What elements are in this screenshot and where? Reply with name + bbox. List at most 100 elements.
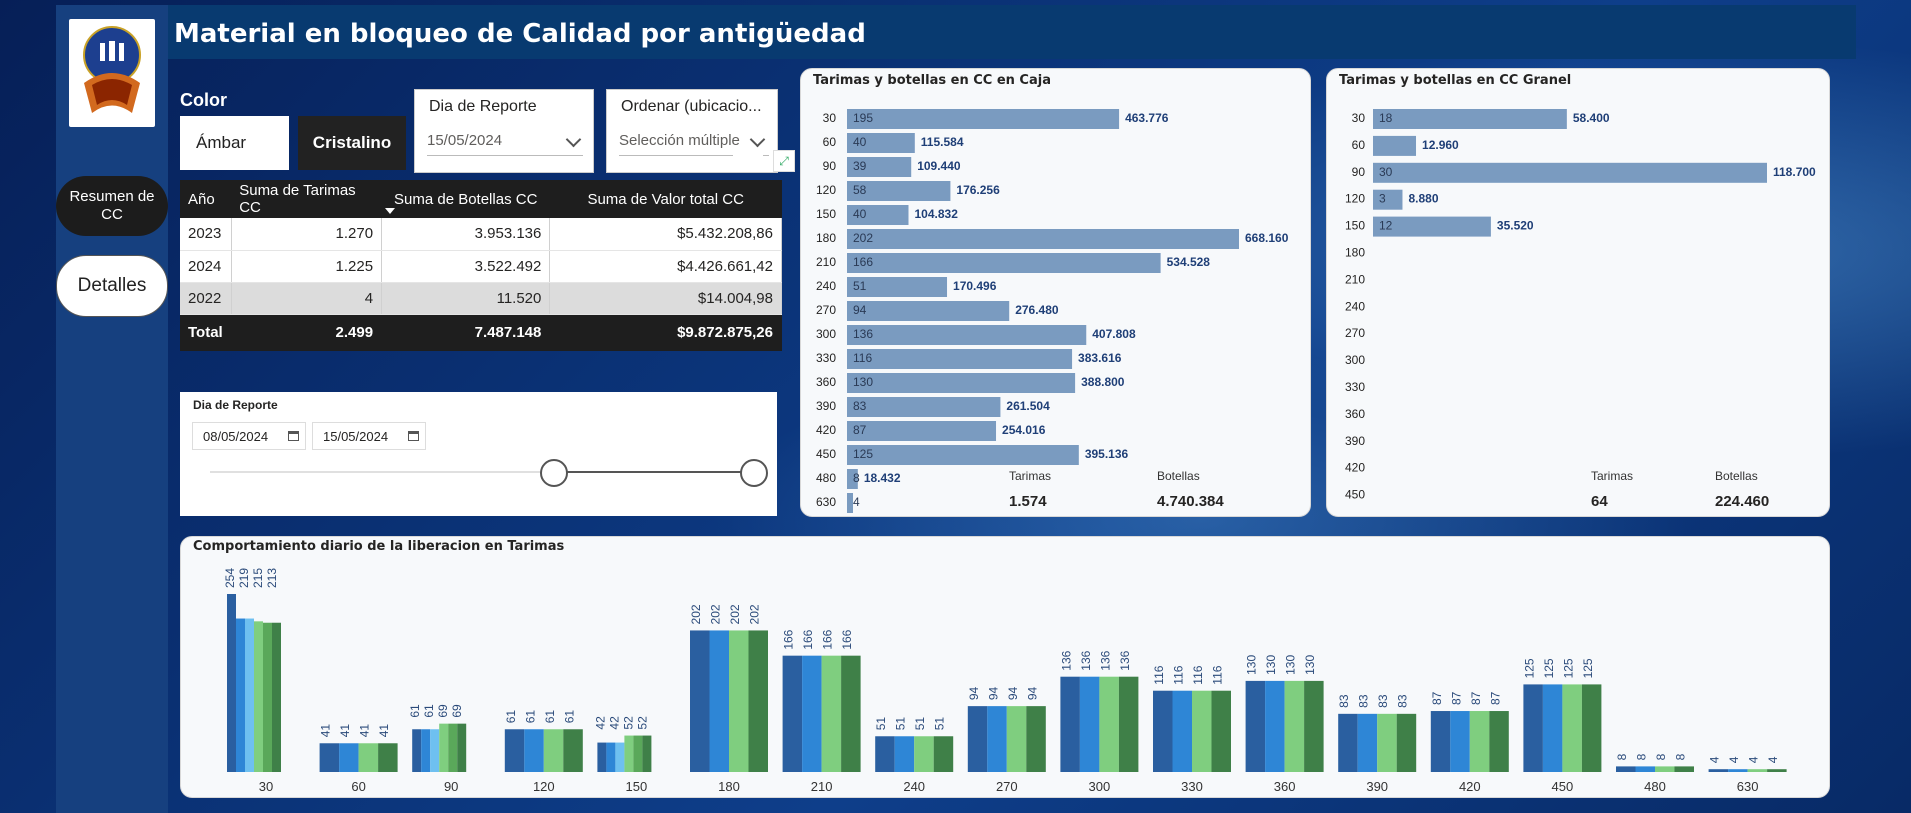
column-bar [1265,680,1285,772]
chart-granel: 30 18 58.400 60 12.960 90 30 118.700 120 3 8.880 15… [1345,109,1816,502]
slider-start-handle[interactable] [540,459,568,487]
report-day-dropdown[interactable]: 15/05/2024 [427,126,583,156]
col-header-valor[interactable]: Suma de Valor total CC [549,180,782,218]
data-label: 51 [874,717,888,731]
table-row[interactable]: 2022 4 11.520 $14.004,98 [180,282,782,315]
category-label: 450 [816,447,836,461]
data-label: 202 [689,604,703,624]
report-day-value: 15/05/2024 [427,132,503,149]
bar [1373,135,1417,156]
column-bar [412,729,422,772]
column-bar [597,742,607,772]
category-label: 420 [1459,779,1481,794]
chart-daily: 254 219 215 2133041 41 41 416061 61 69 699061 61 61… [223,568,1787,794]
company-logo [69,19,155,127]
value-label: 8.880 [1408,192,1438,206]
kpi-tarimas-label: Tarimas [1591,469,1634,483]
data-label: 83 [1357,694,1371,708]
calendar-icon[interactable] [288,431,299,441]
column-bar [1304,680,1324,772]
kpi-botellas-label: Botellas [1715,469,1758,483]
focus-mode-icon[interactable]: ⤢ [773,150,795,172]
table-row[interactable]: 2024 1.225 3.522.492 $4.426.661,42 [180,250,782,283]
bar-label: 125 [853,447,873,461]
column-bar [933,736,954,772]
column-bar [1284,680,1305,772]
data-label: 42 [593,716,607,730]
bar [847,421,997,441]
data-label: 94 [986,686,1000,700]
data-label: 125 [1542,658,1556,678]
column-bar [841,655,861,772]
end-date-input[interactable]: 15/05/2024 [312,422,426,450]
sort-desc-icon[interactable] [385,208,395,214]
column-bar [254,621,263,772]
column-bar [1026,706,1046,772]
column-bar [1616,766,1636,772]
sort-label: Ordenar (ubicacio... [621,98,762,115]
column-bar [421,729,431,772]
column-bar [1581,684,1602,772]
column-bar [448,723,458,772]
slider-end-handle[interactable] [740,459,768,487]
column-bar [227,594,236,772]
value-label: 261.504 [1006,399,1050,413]
value-label: 388.800 [1081,375,1125,389]
value-label: 176.256 [956,183,1000,197]
report-day-slicer[interactable]: Dia de Reporte 15/05/2024 [414,89,594,173]
bar-label: 58 [853,183,867,197]
nav-summary-button[interactable]: Resumen de CC [56,176,168,236]
col-header-year[interactable]: Año [180,180,232,218]
column-bar [378,743,398,772]
cell-tarimas: 1.270 [231,218,383,251]
data-label: 125 [1561,658,1575,678]
bar-label: 202 [853,231,873,245]
category-label: 360 [816,375,836,389]
col-header-botellas[interactable]: Suma de Botellas CC [381,180,550,218]
category-label: 120 [816,183,836,197]
calendar-icon[interactable] [408,431,419,441]
category-label: 300 [1089,779,1111,794]
bar [1373,109,1567,129]
visual-header [733,150,763,172]
column-bar [1079,676,1100,772]
color-amber-button[interactable]: Ámbar [180,116,289,170]
data-label: 42 [607,716,621,730]
bar-label: 116 [853,351,872,365]
value-label: 383.616 [1078,351,1122,365]
start-date-input[interactable]: 08/05/2024 [192,422,306,450]
data-label: 8 [1635,753,1649,760]
column-bar [690,630,710,772]
column-bar [875,736,895,772]
category-label: 180 [718,779,740,794]
bar-label: 12 [1379,219,1393,233]
table-row[interactable]: 2023 1.270 3.953.136 $5.432.208,86 [180,218,782,251]
data-label: 166 [801,629,815,649]
nav-details-button[interactable]: Detalles [56,255,168,317]
data-label: 136 [1059,650,1073,670]
value-label: 668.160 [1245,231,1289,245]
col-header-tarimas[interactable]: Suma de Tarimas CC [231,180,382,218]
logo-icon [83,26,141,113]
category-label: 390 [1366,779,1388,794]
column-bar [1099,676,1119,772]
chart-caja-panel: Tarimas y botellas en CC en Caja 30 195 46… [800,68,1311,517]
bar-label: 18 [1379,111,1393,125]
data-label: 61 [408,704,422,718]
color-cristalino-button[interactable]: Cristalino [298,116,406,170]
column-bar [1060,676,1080,772]
cell-botellas: 3.522.492 [381,250,551,283]
category-label: 240 [1345,299,1365,313]
cell-valor: $14.004,98 [549,282,782,315]
column-bar [1489,711,1509,772]
data-label: 61 [562,710,576,724]
data-label: 83 [1376,694,1390,708]
category-label: 180 [1345,246,1365,260]
column-bar [319,743,340,772]
cell-year: 2022 [180,282,232,315]
data-label: 52 [621,716,635,730]
category-label: 30 [823,111,837,125]
value-label: 170.496 [953,279,997,293]
column-bar [1450,711,1470,772]
bar [847,229,1239,249]
